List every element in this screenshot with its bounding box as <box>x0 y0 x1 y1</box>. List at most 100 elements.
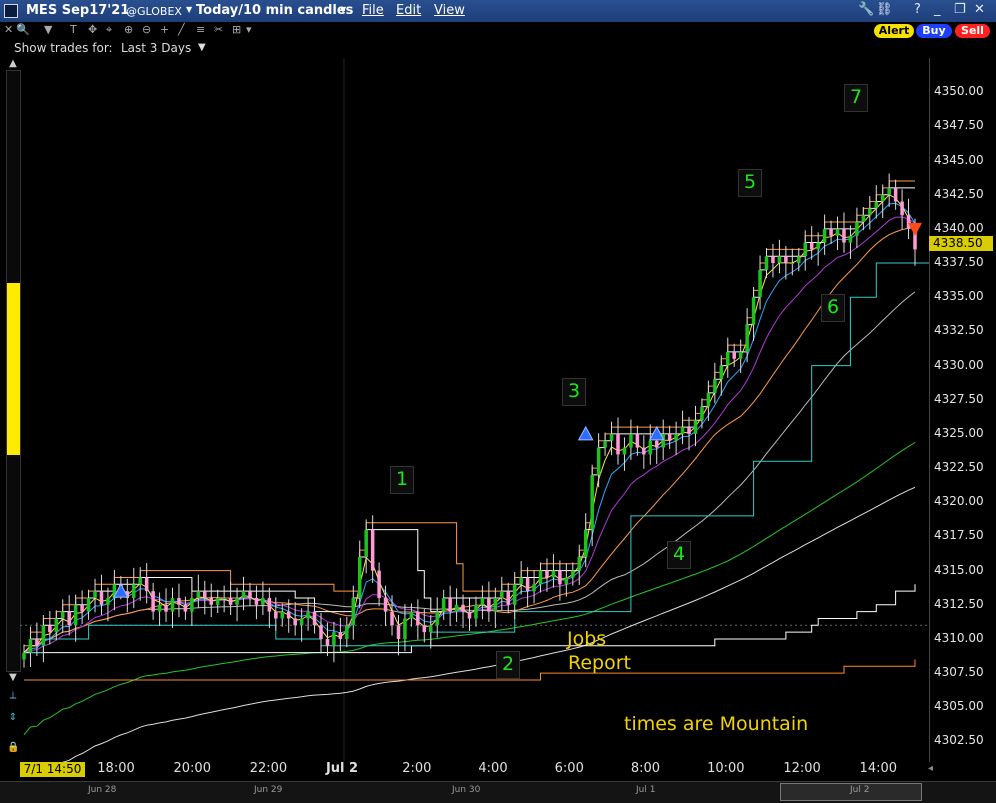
candle-body <box>203 591 207 598</box>
candle-body <box>525 577 530 592</box>
candle-body <box>706 392 711 407</box>
menu-edit[interactable]: Edit <box>396 3 421 18</box>
dropdown-icon[interactable]: ▼ <box>44 23 52 36</box>
price-axis-tick: 4332.50 <box>934 323 984 338</box>
menu-view[interactable]: View <box>434 3 465 18</box>
chart-toolbar: ✕ 🔍 ▼ T ✥ ⌖ ⊕ ⊖ + ╱ ≡ ✂ ⊞ ▾ Alert Buy Se… <box>0 22 996 40</box>
price-chart[interactable] <box>20 58 929 762</box>
candle-body <box>538 570 543 585</box>
candle-body <box>351 597 356 626</box>
price-axis-tick: 4345.00 <box>934 152 984 167</box>
buy-button[interactable]: Buy <box>916 24 952 38</box>
candle-body <box>73 604 78 626</box>
link-icon[interactable]: ⛓ <box>876 2 893 17</box>
sell-button[interactable]: Sell <box>955 24 990 38</box>
candle-body <box>215 597 220 605</box>
period-chevron-icon[interactable]: ▼ <box>340 5 346 14</box>
scrollbar-thumb[interactable] <box>7 283 20 455</box>
exchange-dropdown[interactable]: @GLOBEX <box>126 5 182 18</box>
close-icon[interactable]: ✕ <box>974 2 985 17</box>
cursor-icon[interactable]: + <box>160 23 169 36</box>
candle-body <box>506 591 511 605</box>
candle-body <box>28 638 33 653</box>
trendline-icon[interactable]: ╱ <box>178 23 185 36</box>
zoom-icon[interactable]: 🔍 <box>16 23 30 36</box>
symbol-title[interactable]: MES Sep17'21 <box>26 3 129 18</box>
annotation-7: 7 <box>844 84 868 112</box>
yellow-ma-line <box>23 194 916 653</box>
candle-body <box>719 365 724 380</box>
show-trades-value[interactable]: Last 3 Days <box>121 41 191 55</box>
vertical-scrollbar[interactable] <box>6 70 21 672</box>
exchange-chevron-icon[interactable]: ▼ <box>186 5 192 14</box>
jobs-report-label-line1: Jobs <box>567 628 607 650</box>
candle-body <box>777 256 782 264</box>
scroll-down-icon[interactable]: ▼ <box>7 672 19 684</box>
minimize-icon[interactable]: _ <box>934 2 941 17</box>
sell-trade-marker[interactable] <box>908 222 922 236</box>
price-axis-tick: 4330.00 <box>934 357 984 372</box>
orange-band-high <box>24 180 915 647</box>
candle-body <box>758 269 762 298</box>
layout-icon[interactable]: ⇕ <box>7 712 19 724</box>
candle-body <box>474 604 478 619</box>
show-trades-chevron-icon[interactable]: ▼ <box>198 42 206 53</box>
crosshair-icon[interactable]: ⌖ <box>106 23 112 37</box>
candle-body <box>86 597 91 612</box>
lock-icon[interactable]: 🔒 <box>7 742 19 754</box>
candle-body <box>293 618 297 626</box>
candle-body <box>700 406 704 421</box>
text-tool-icon[interactable]: T <box>70 23 77 36</box>
candle-body <box>448 597 452 612</box>
window-titlebar: MES Sep17'21 @GLOBEX ▼ Today/10 min cand… <box>0 0 996 22</box>
zoom-out-icon[interactable]: ⊖ <box>142 23 151 36</box>
candle-body <box>435 611 439 626</box>
pin-icon[interactable]: ⟂ <box>7 690 19 702</box>
candle-body <box>299 618 304 626</box>
scissors-icon[interactable]: ✂ <box>214 23 223 36</box>
candle-body <box>48 625 52 633</box>
scroll-up-icon[interactable]: ▲ <box>7 58 19 70</box>
timezone-note: times are Mountain <box>624 713 809 735</box>
more-tools-icon[interactable]: ⊞ <box>232 23 241 36</box>
candle-body <box>545 570 549 578</box>
restore-icon[interactable]: ❐ <box>954 2 966 17</box>
candle-body <box>713 379 717 393</box>
annotation-3: 3 <box>562 378 586 406</box>
candle-body <box>170 597 175 612</box>
candle-body <box>667 433 672 441</box>
price-axis-tick: 4305.00 <box>934 699 984 714</box>
green-ma-line <box>23 442 916 736</box>
orange-ma-line <box>23 227 916 653</box>
menu-file[interactable]: File <box>362 3 384 18</box>
buy-trade-marker[interactable] <box>577 425 594 441</box>
help-icon[interactable]: ? <box>914 2 921 17</box>
fib-icon[interactable]: ≡ <box>196 23 205 36</box>
candle-body <box>842 228 846 243</box>
pan-tool-icon[interactable]: ✥ <box>88 23 97 36</box>
zoom-in-icon[interactable]: ⊕ <box>124 23 133 36</box>
candle-body <box>609 433 614 441</box>
candle-body <box>751 297 756 325</box>
candle-body <box>603 440 607 448</box>
candle-body <box>131 584 136 598</box>
close-chart-icon[interactable]: ✕ <box>4 23 13 36</box>
candle-body <box>893 187 898 202</box>
price-axis-tick: 4327.50 <box>934 391 984 406</box>
price-axis-tick: 4342.50 <box>934 186 984 201</box>
price-axis-tick: 4312.50 <box>934 596 984 611</box>
period-dropdown[interactable]: Today/10 min candles <box>196 3 353 18</box>
time-start-marker: 7/1 14:50 <box>20 762 85 777</box>
candle-body <box>235 597 239 605</box>
candle-body <box>396 625 401 639</box>
more-chevron-icon[interactable]: ▾ <box>246 23 252 36</box>
candle-body <box>183 604 188 612</box>
alert-button[interactable]: Alert <box>874 24 914 38</box>
candle-body <box>364 529 368 557</box>
candle-body <box>493 597 498 612</box>
wrench-icon[interactable]: 🔧 <box>858 2 874 17</box>
candle-body <box>261 597 265 605</box>
candle-body <box>764 256 769 270</box>
candle-body <box>428 625 433 633</box>
time-axis-left-arrow-icon[interactable]: ◂ <box>928 763 933 774</box>
